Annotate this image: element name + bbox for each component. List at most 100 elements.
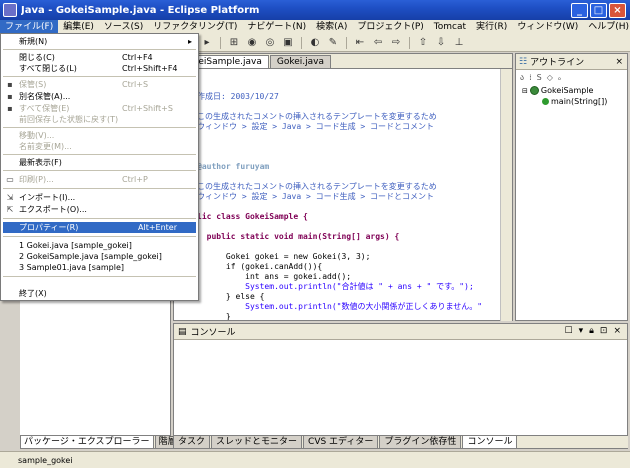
lock-icon[interactable]: 🔒︎ [589,326,594,336]
menu-item-exit[interactable]: 終了(X) [3,288,196,299]
tab-plugin-dependencies[interactable]: プラグイン依存性 [379,435,462,449]
tab-tasks[interactable]: タスク [173,435,211,449]
collapse-toggle-icon[interactable]: ⊟ [522,87,528,95]
menu-item-save-all[interactable]: ▪ すべて保管(E) Ctrl+Shift+S [3,103,196,114]
new-interface-icon[interactable]: ◎ [263,36,277,50]
menu-project[interactable]: プロジェクト(P) [352,20,428,34]
next-annotation-icon[interactable]: ⇩ [434,36,448,50]
close-icon[interactable]: × [613,326,621,336]
run-icon[interactable]: ▸ [200,36,214,50]
display-selected-console-icon[interactable]: ▾ [579,326,584,336]
last-edit-icon[interactable]: ⇤ [353,36,367,50]
minimize-button[interactable]: _ [571,2,588,18]
back-icon[interactable]: ⇦ [371,36,385,50]
menu-file[interactable]: ファイル(F) [0,20,59,34]
tab-threads-monitors[interactable]: スレッドとモニター [211,435,303,449]
search-icon[interactable]: ✎ [326,36,340,50]
menu-item-close[interactable]: 閉じる(C) Ctrl+F4 [3,52,196,63]
menu-refactor[interactable]: リファクタリング(T) [148,20,242,34]
menu-item-recent-1[interactable]: 1 Gokei.java [sample_gokei] [3,240,196,251]
clear-console-icon[interactable]: ☐ [565,326,573,336]
menu-edit[interactable]: 編集(E) [58,20,99,34]
blank-icon [3,141,17,152]
toolbar: ▸ ⊞ ◉ ◎ ▣ ◐ ✎ ⇤ ⇦ ⇨ ⇧ ⇩ ⊥ [197,34,630,52]
open-type-icon[interactable]: ◐ [308,36,322,50]
tab-cvs-editors[interactable]: CVS エディター [303,435,379,449]
menu-item-refresh[interactable]: 最新表示(F) [3,157,196,168]
new-class-icon[interactable]: ◉ [245,36,259,50]
new-scrapbook-icon[interactable]: ▣ [281,36,295,50]
menu-separator [3,276,196,277]
menu-item-print[interactable]: ▭ 印刷(P)... Ctrl+P [3,174,196,185]
pin-icon[interactable]: ⊥ [452,36,466,50]
code-line: public static void main(String[] args) { [197,232,400,241]
menu-help[interactable]: ヘルプ(H) [583,20,630,34]
tab-gokei-java[interactable]: Gokei.java [269,55,332,68]
menu-item-new[interactable]: 新規(N) ▸ [3,36,196,47]
tab-console[interactable]: コンソール [462,435,518,449]
menu-item-save-as[interactable]: ▪ 別名保管(A)... [3,91,196,102]
blank-icon [3,130,17,141]
pin-console-icon[interactable]: ⊡ [600,326,608,336]
sort-icon[interactable]: ა [520,73,524,82]
menu-item-properties[interactable]: プロパティー(R) Alt+Enter [3,222,196,233]
collapse-icon[interactable]: ₒ [558,73,561,82]
hide-fields-icon[interactable]: ⁞ [529,73,532,82]
menu-item-save[interactable]: ▪ 保管(S) Ctrl+S [3,79,196,90]
close-icon[interactable]: × [615,57,623,67]
class-icon [529,86,539,95]
menu-run[interactable]: 実行(R) [471,20,512,34]
menu-search[interactable]: 検索(A) [311,20,352,34]
menu-item-import[interactable]: ⇲ インポート(I)... [3,192,196,203]
toolbar-separator [220,36,221,49]
menu-item-accelerator: Ctrl+Shift+S [122,104,173,113]
new-package-icon[interactable]: ⊞ [227,36,241,50]
status-text: sample_gokei [18,455,73,465]
menu-item-label: 別名保管(A)... [19,92,71,101]
code-line: この生成されたコメントの挿入されるテンプレートを変更するため [197,112,437,121]
menu-separator [3,188,196,189]
hide-static-icon[interactable]: S [537,73,542,82]
menu-item-revert[interactable]: 前回保存した状態に戻す(T) [3,114,196,125]
forward-icon[interactable]: ⇨ [389,36,403,50]
console-header: ▤ コンソール [174,324,627,340]
package-explorer-tabs: パッケージ・エクスプローラー 階層 [20,435,181,449]
code-editor[interactable]: 作成日: 2003/10/27 この生成されたコメントの挿入されるテンプレートを… [175,70,495,320]
outline-method-item[interactable]: main(String[]) [542,97,607,106]
close-button[interactable]: × [609,2,626,18]
menu-item-recent-2[interactable]: 2 GokeiSample.java [sample_gokei] [3,251,196,262]
window-title: Java - GokeiSample.java - Eclipse Platfo… [21,4,260,16]
save-icon: ▪ [7,80,13,89]
menu-item-accelerator: Ctrl+S [122,80,149,89]
menu-item-recent-3[interactable]: 3 Sample01.java [sample] [3,262,196,273]
menu-item-close-all[interactable]: すべて閉じる(L) Ctrl+Shift+F4 [3,63,196,74]
menu-item-accelerator: Ctrl+Shift+F4 [122,64,178,73]
code-line: この生成されたコメントの挿入されるテンプレートを変更するため [197,182,437,191]
menu-tomcat[interactable]: Tomcat [429,20,471,34]
menu-window[interactable]: ウィンドウ(W) [512,20,583,34]
status-bar: sample_gokei [0,451,630,468]
menu-source[interactable]: ソース(S) [99,20,148,34]
menu-separator [3,218,196,219]
menu-navigate[interactable]: ナビゲート(N) [242,20,311,34]
code-line: System.out.println("数値の大小関係が正しくありません。" [197,302,483,311]
code-line: ウィンドウ > 設定 > Java > コード生成 > コードとコメント [197,192,435,201]
blank-icon [3,52,17,63]
menu-item-label: 閉じる(C) [19,53,55,62]
code-line: System.out.println("合計値は " + ans + " です。… [197,282,474,291]
outline-toolbar: ა ⁞ S ◇ ₒ [516,70,627,84]
menu-item-rename[interactable]: 名前変更(M)... [3,141,196,152]
tab-package-explorer[interactable]: パッケージ・エクスプローラー [20,435,154,449]
outline-class-item[interactable]: ⊟ GokeiSample [522,86,593,95]
editor-scrollbar[interactable] [500,69,512,321]
prev-annotation-icon[interactable]: ⇧ [416,36,430,50]
hide-nonpublic-icon[interactable]: ◇ [547,73,553,82]
menu-item-export[interactable]: ⇱ エクスポート(O)... [3,204,196,215]
outline-icon: ☷ [519,56,528,67]
title-bar: Java - GokeiSample.java - Eclipse Platfo… [0,0,630,20]
menu-item-move[interactable]: 移動(V)... [3,130,196,141]
maximize-button[interactable]: □ [590,2,607,18]
